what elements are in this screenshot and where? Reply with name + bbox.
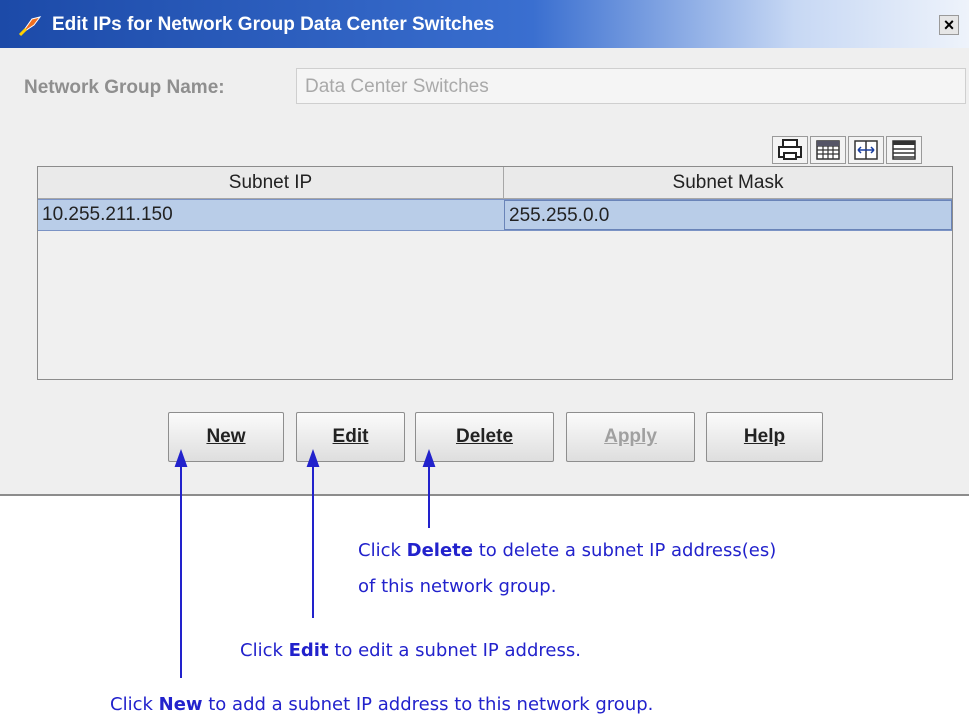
edit-annotation-suffix: to edit a subnet IP address. (328, 640, 581, 661)
delete-annotation: Click Delete to delete a subnet IP addre… (358, 540, 776, 561)
delete-annotation-line2: of this network group. (358, 576, 557, 597)
new-annotation: Click New to add a subnet IP address to … (110, 694, 653, 715)
edit-annotation: Click Edit to edit a subnet IP address. (240, 640, 581, 661)
new-annotation-suffix: to add a subnet IP address to this netwo… (202, 694, 654, 715)
edit-annotation-key: Edit (288, 640, 329, 661)
annotation-arrows (174, 449, 436, 678)
delete-annotation-key: Delete (406, 540, 473, 561)
delete-annotation-suffix: to delete a subnet IP address(es) (472, 540, 777, 561)
new-annotation-key: New (158, 694, 203, 715)
new-annotation-prefix: Click (110, 694, 159, 715)
delete-annotation-prefix: Click (358, 540, 407, 561)
edit-annotation-prefix: Click (240, 640, 289, 661)
